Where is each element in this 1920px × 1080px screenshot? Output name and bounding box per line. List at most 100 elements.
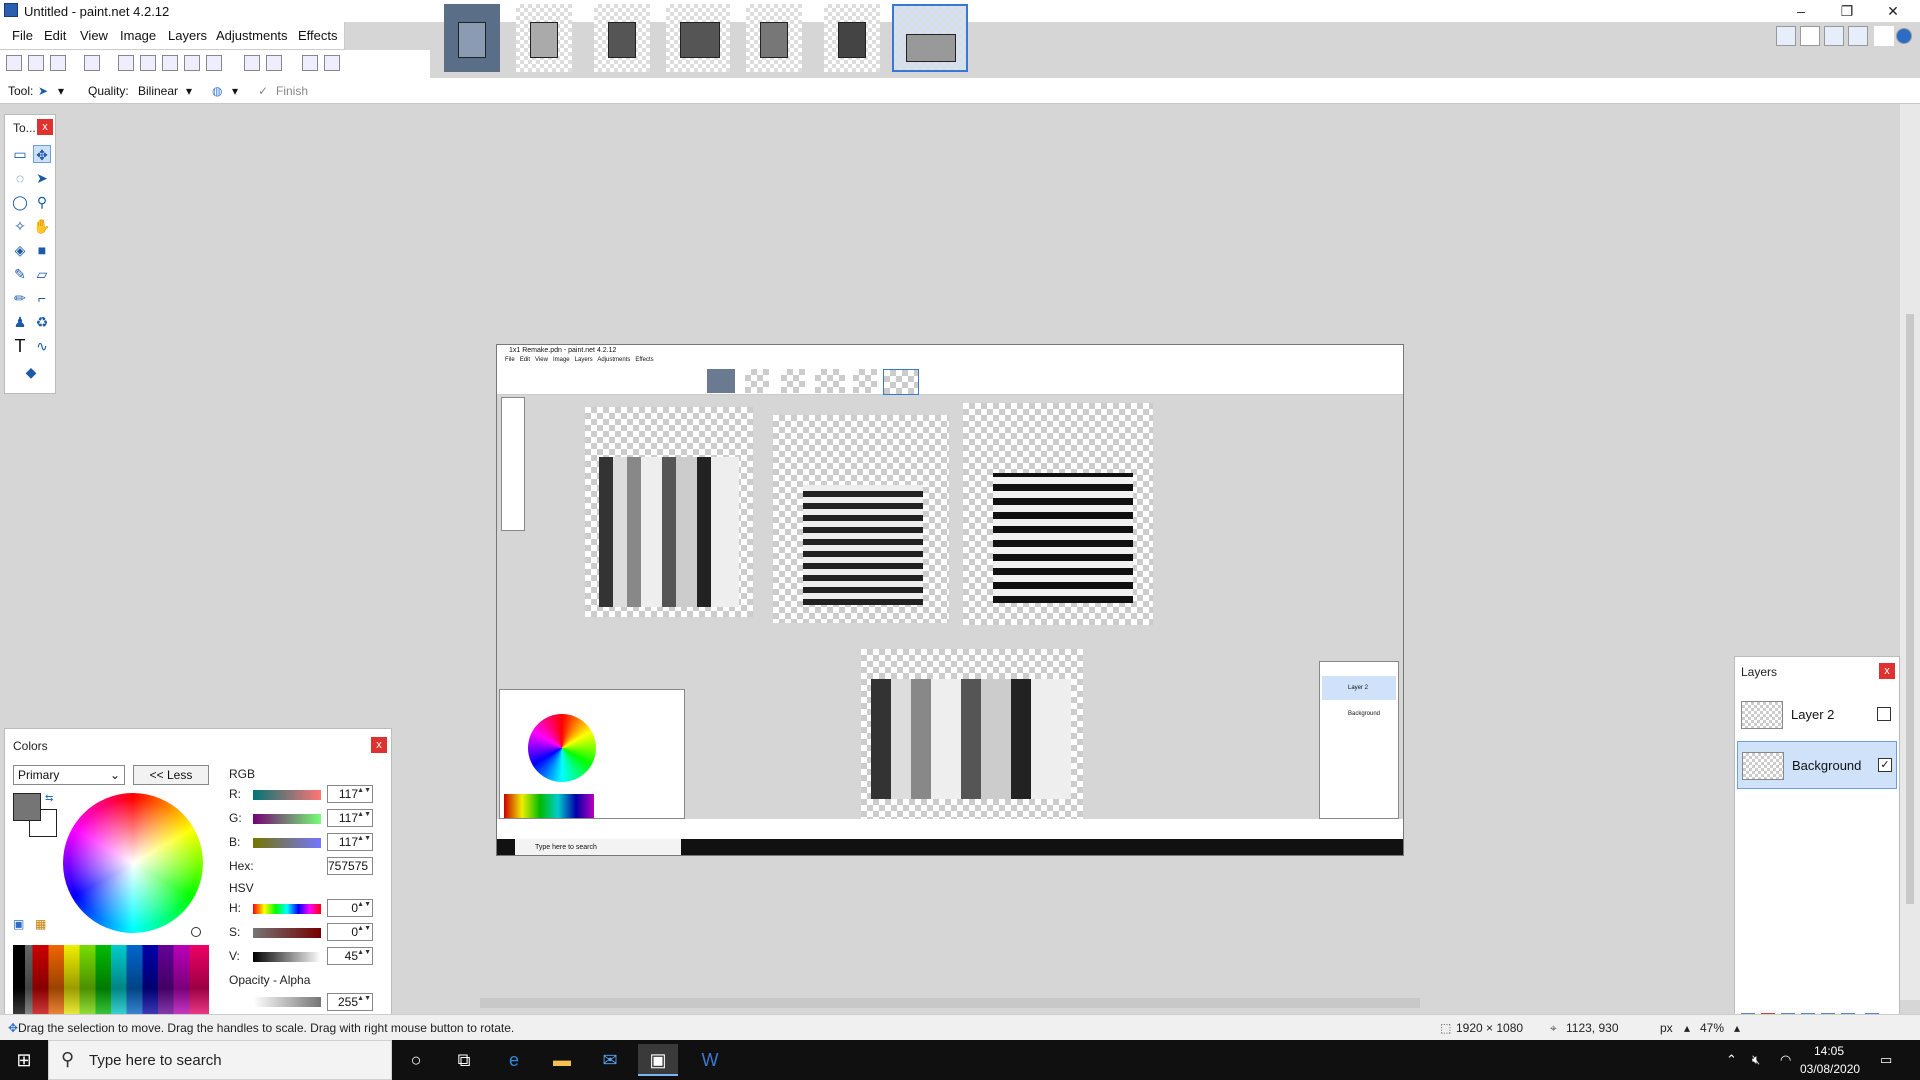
s-spinner[interactable]: ▲▼ [357, 925, 371, 932]
layers-window-toggle-icon[interactable] [1824, 26, 1844, 46]
g-spinner[interactable]: ▲▼ [357, 811, 371, 818]
opacity-spinner[interactable]: ▲▼ [357, 995, 371, 1002]
cortana-icon[interactable]: ○ [396, 1044, 436, 1076]
crop-icon[interactable] [184, 55, 200, 71]
quality-dropdown-caret[interactable]: ▾ [186, 84, 192, 98]
pencil-tool-icon[interactable]: ✏ [11, 289, 29, 307]
menu-image[interactable]: Image [120, 28, 156, 43]
help-icon[interactable] [1896, 28, 1912, 44]
tool-dropdown-caret[interactable]: ▾ [58, 84, 64, 98]
clone-stamp-tool-icon[interactable]: ♟ [11, 313, 29, 331]
menu-edit[interactable]: Edit [44, 28, 66, 43]
selection-mode-icon[interactable]: ◍ [212, 84, 222, 98]
v-input[interactable]: 45 ▲▼ [327, 947, 373, 965]
g-slider[interactable] [253, 814, 321, 824]
text-tool-icon[interactable]: T [11, 337, 29, 355]
network-icon[interactable]: ◠ [1780, 1052, 1791, 1068]
layer-visibility-checkbox[interactable] [1877, 707, 1891, 721]
line-curve-tool-icon[interactable]: ∿ [33, 337, 51, 355]
cut-icon[interactable] [118, 55, 134, 71]
r-input[interactable]: 117 ▲▼ [327, 785, 373, 803]
quality-dropdown[interactable]: Bilinear [138, 84, 178, 98]
ruler-icon[interactable] [324, 55, 340, 71]
h-spinner[interactable]: ▲▼ [357, 901, 371, 908]
windows-start-icon[interactable]: ⊞ [4, 1044, 44, 1076]
color-wheel[interactable] [63, 793, 203, 937]
h-slider[interactable] [253, 904, 321, 914]
opacity-slider[interactable] [253, 997, 321, 1007]
layer-item-background[interactable]: Background ✓ [1737, 741, 1897, 789]
vertical-scrollbar[interactable] [1900, 104, 1920, 1000]
volume-muted-icon[interactable]: 🔇︎ [1752, 1052, 1760, 1068]
image-tab-4[interactable] [666, 4, 730, 72]
paintnet-taskbar-icon[interactable]: ▣ [638, 1044, 678, 1076]
colors-panel-close-button[interactable]: x [371, 737, 387, 753]
b-spinner[interactable]: ▲▼ [357, 835, 371, 842]
units-selector[interactable]: px [1660, 1021, 1673, 1035]
lasso-select-tool-icon[interactable]: ◌ [11, 169, 29, 187]
v-slider[interactable] [253, 952, 321, 962]
paintbrush-tool-icon[interactable]: ✎ [11, 265, 29, 283]
v-spinner[interactable]: ▲▼ [357, 949, 371, 956]
add-to-palette-icon[interactable]: ▣ [13, 917, 24, 931]
s-input[interactable]: 0 ▲▼ [327, 923, 373, 941]
palette-menu-icon[interactable]: ▦ [35, 917, 46, 931]
eraser-tool-icon[interactable]: ▱ [33, 265, 51, 283]
edge-browser-icon[interactable]: e [494, 1044, 534, 1076]
r-slider[interactable] [253, 790, 321, 800]
menu-adjustments[interactable]: Adjustments [216, 28, 288, 43]
layers-panel-close-button[interactable]: x [1879, 663, 1895, 679]
b-slider[interactable] [253, 838, 321, 848]
selection-mode-caret[interactable]: ▾ [232, 84, 238, 98]
image-tab-5[interactable] [746, 4, 802, 72]
taskbar-date[interactable]: 03/08/2020 [1800, 1062, 1860, 1076]
menu-view[interactable]: View [80, 28, 108, 43]
move-selected-tool-icon[interactable]: ➤ [33, 169, 51, 187]
layer-visibility-checkbox[interactable]: ✓ [1878, 758, 1892, 772]
menu-effects[interactable]: Effects [298, 28, 338, 43]
image-tab-2[interactable] [516, 4, 572, 72]
less-button[interactable]: << Less [133, 765, 209, 785]
file-explorer-icon[interactable]: ▬ [542, 1044, 582, 1076]
image-tab-7-active[interactable] [892, 4, 968, 72]
taskbar-time[interactable]: 14:05 [1814, 1044, 1844, 1058]
zoom-caret[interactable]: ▴ [1734, 1021, 1740, 1035]
word-icon[interactable]: W [690, 1044, 730, 1076]
history-window-toggle-icon[interactable] [1800, 26, 1820, 46]
shapes-tool-icon[interactable]: ◆ [11, 363, 51, 381]
paste-icon[interactable] [162, 55, 178, 71]
undo-icon[interactable] [244, 55, 260, 71]
gear-icon[interactable] [1874, 26, 1894, 46]
primary-color-swatch[interactable] [13, 793, 41, 821]
pan-tool-icon[interactable]: ✋ [33, 217, 51, 235]
finish-button[interactable]: Finish [276, 84, 308, 98]
gradient-tool-icon[interactable]: ■ [33, 241, 51, 259]
colors-window-toggle-icon[interactable] [1848, 26, 1868, 46]
zoom-level[interactable]: 47% [1700, 1021, 1724, 1035]
zoom-tool-icon[interactable]: ⚲ [33, 193, 51, 211]
color-mode-dropdown[interactable]: Primary ⌄ [13, 765, 125, 785]
b-input[interactable]: 117 ▲▼ [327, 833, 373, 851]
new-icon[interactable] [6, 55, 22, 71]
horizontal-scrollbar[interactable] [480, 998, 1420, 1008]
image-tab-6[interactable] [824, 4, 880, 72]
r-spinner[interactable]: ▲▼ [357, 787, 371, 794]
image-tab-3[interactable] [594, 4, 650, 72]
move-selection-tool-icon[interactable]: ✥ [33, 145, 51, 163]
image-tab-1[interactable] [444, 4, 500, 72]
save-icon[interactable] [50, 55, 66, 71]
units-caret[interactable]: ▴ [1684, 1021, 1690, 1035]
paint-bucket-tool-icon[interactable]: ◈ [11, 241, 29, 259]
menu-file[interactable]: File [12, 28, 33, 43]
magic-wand-tool-icon[interactable]: ✧ [11, 217, 29, 235]
print-icon[interactable] [84, 55, 100, 71]
swap-colors-icon[interactable]: ⇆ [45, 793, 53, 804]
opacity-input[interactable]: 255 ▲▼ [327, 993, 373, 1011]
maximize-button[interactable]: ❐ [1824, 0, 1870, 22]
s-slider[interactable] [253, 928, 321, 938]
grid-icon[interactable] [302, 55, 318, 71]
move-tool-icon[interactable]: ➤ [38, 84, 48, 98]
deselect-icon[interactable] [206, 55, 222, 71]
notifications-icon[interactable]: ▭ [1880, 1052, 1892, 1068]
minimize-button[interactable]: – [1778, 0, 1824, 22]
